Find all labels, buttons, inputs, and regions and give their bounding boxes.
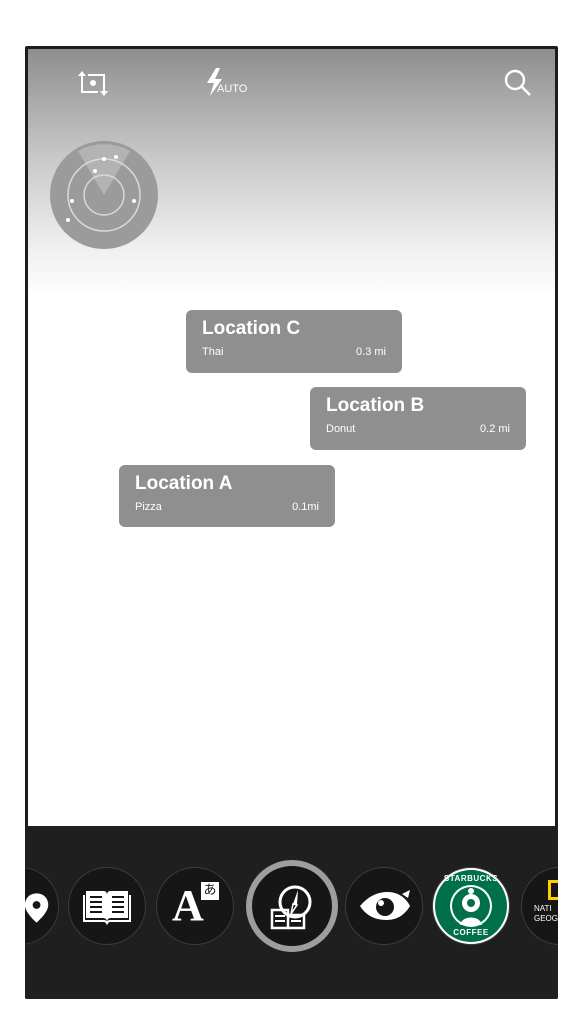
location-category: Thai [202,346,224,358]
book-icon[interactable] [68,867,146,945]
compass-book-icon[interactable] [246,860,338,952]
nat-geo-logo[interactable]: NATI GEOG [521,867,558,945]
location-card-a[interactable]: Location A Pizza 0.1mi [119,465,335,527]
location-distance: 0.3 mi [356,346,386,358]
flash-mode-label: AUTO [217,83,248,95]
lens-tray: A あ STARBUCKS COFFEE NATI GEOG [25,826,558,999]
location-category: Donut [326,423,356,435]
flash-auto-icon[interactable]: AUTO [204,67,264,101]
radar-icon[interactable] [50,141,158,249]
switch-camera-icon[interactable] [76,69,112,99]
location-distance: 0.1mi [292,501,319,513]
nat-geo-text-line2: GEOG [534,914,558,923]
search-icon[interactable] [502,67,534,99]
eye-icon[interactable] [345,867,423,945]
translate-sub-glyph: あ [201,882,219,900]
camera-view: AUTO Location C Thai 0.3 mi Location B D… [28,49,555,826]
starbucks-text-bottom: COFFEE [453,928,489,937]
translate-icon[interactable]: A あ [156,867,234,945]
location-card-c[interactable]: Location C Thai 0.3 mi [186,310,402,373]
starbucks-text-top: STARBUCKS [443,874,499,883]
phone-frame: AUTO Location C Thai 0.3 mi Location B D… [25,46,558,999]
nat-geo-frame-icon [548,880,558,900]
location-card-b[interactable]: Location B Donut 0.2 mi [310,387,526,450]
location-name: Location B [326,395,425,416]
place-pin-icon[interactable] [25,867,59,945]
location-distance: 0.2 mi [480,423,510,435]
location-category: Pizza [135,501,162,513]
location-name: Location A [135,473,233,494]
starbucks-logo[interactable]: STARBUCKS COFFEE [432,867,510,945]
location-name: Location C [202,318,301,339]
translate-glyph: A [172,881,204,930]
nat-geo-text-line1: NATI [534,904,552,913]
